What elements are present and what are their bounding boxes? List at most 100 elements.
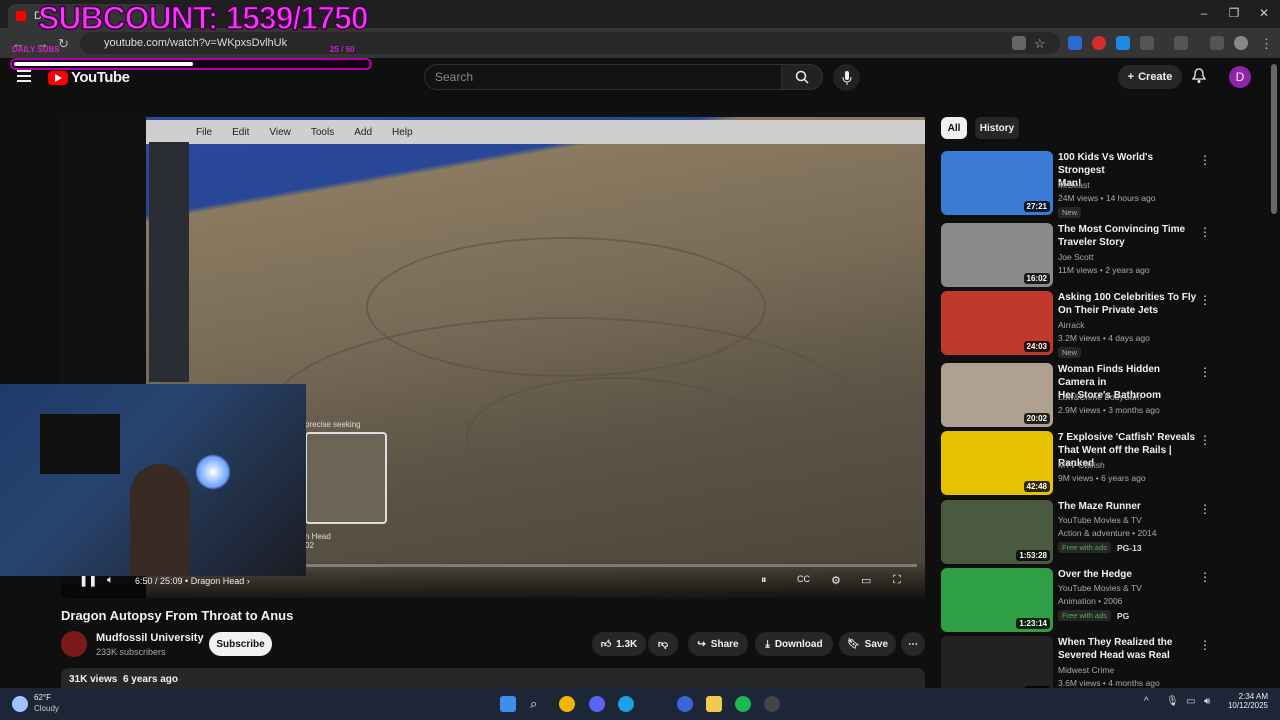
recommendation-thumbnail[interactable]: 1:23:14 [941, 568, 1053, 632]
edge-icon[interactable] [618, 696, 634, 712]
recommendation-title[interactable]: When They Realized the Severed Head was R… [1058, 636, 1198, 662]
notifications-bell-icon[interactable] [1192, 68, 1206, 84]
recommendation-channel[interactable]: Airrack [1058, 320, 1084, 330]
close-icon[interactable]: ✕ [1256, 6, 1272, 20]
steam-icon[interactable] [647, 696, 663, 712]
recommendation-item[interactable]: 1:53:28 The Maze Runner YouTube Movies & T… [941, 500, 1261, 564]
recommendation-channel[interactable]: Joe Scott [1058, 252, 1093, 262]
recommendation-meta: Animation • 2006 [1058, 596, 1123, 606]
install-icon[interactable] [1012, 36, 1026, 50]
download-button[interactable]: ⤓ Download [755, 632, 833, 656]
discord-icon[interactable] [589, 696, 605, 712]
search-button[interactable] [781, 64, 823, 90]
youtube-wordmark: YouTube [71, 69, 130, 86]
obs-icon[interactable] [764, 696, 780, 712]
recommendation-title[interactable]: Over the Hedge [1058, 568, 1198, 581]
channel-avatar[interactable] [61, 631, 87, 657]
recommendation-menu-icon[interactable]: ⋮ [1199, 293, 1211, 307]
recommendation-channel[interactable]: MTV Catfish [1058, 460, 1105, 470]
recommendation-title[interactable]: The Most Convincing Time Traveler Story [1058, 223, 1198, 249]
subscribe-button[interactable]: Subscribe [209, 632, 272, 656]
recommendation-menu-icon[interactable]: ⋮ [1199, 153, 1211, 167]
recommendation-menu-icon[interactable]: ⋮ [1199, 570, 1211, 584]
recommendation-item[interactable]: 42:48 7 Explosive 'Catfish' Reveals That W… [941, 431, 1261, 495]
reading-list-icon[interactable] [1210, 36, 1224, 50]
sidebar-icon[interactable] [1174, 36, 1188, 50]
maximize-icon[interactable]: ❐ [1226, 6, 1242, 20]
chip-all[interactable]: All [941, 117, 967, 139]
share-button[interactable]: ↪ Share [688, 632, 748, 656]
youtube-logo[interactable]: YouTube [48, 69, 130, 86]
minimize-icon[interactable]: – [1196, 6, 1212, 20]
profile-icon[interactable] [1234, 36, 1248, 50]
taskbar-search-icon[interactable]: ⌕ [530, 696, 546, 712]
extensions-puzzle-icon[interactable] [1140, 36, 1154, 50]
recommendation-item[interactable]: 1:23:14 Over the Hedge YouTube Movies & TV… [941, 568, 1261, 632]
streamer-webcam [0, 384, 306, 576]
recommendation-item[interactable]: 24:03 Asking 100 Celebrities To Fly On The… [941, 291, 1261, 358]
daily-subs-label: DAILY SUBS [12, 45, 60, 54]
extension-icon[interactable] [1116, 36, 1130, 50]
recommendation-thumbnail[interactable]: 16:02 [941, 223, 1053, 287]
recommendation-menu-icon[interactable]: ⋮ [1199, 225, 1211, 239]
recommendation-badge: Free with ads [1058, 610, 1112, 621]
recommendation-channel[interactable]: MrBeast [1058, 180, 1090, 190]
share-label: Share [710, 638, 739, 650]
menu-dots-icon[interactable]: ⋮ [1260, 36, 1273, 52]
autoplay-toggle[interactable]: ⏸︎ [761, 574, 781, 586]
chrome-icon[interactable] [559, 696, 575, 712]
taskbar-clock[interactable]: 2:34 AM 10/12/2025 [1226, 692, 1268, 710]
recommendation-title[interactable]: Asking 100 Celebrities To Fly On Their Pr… [1058, 291, 1198, 317]
save-button[interactable]: 🔖︎ Save [839, 632, 896, 656]
recommendation-channel[interactable]: YouTube Movies & TV [1058, 583, 1142, 593]
plus-icon: + [1127, 71, 1135, 83]
spotify-icon[interactable] [735, 696, 751, 712]
recommendation-title[interactable]: The Maze Runner [1058, 500, 1198, 513]
chip-history[interactable]: History [975, 117, 1019, 139]
voice-search-button[interactable] [833, 64, 860, 91]
account-avatar[interactable]: D [1229, 66, 1251, 88]
recommendation-channel[interactable]: Law&Crime BodyCam [1058, 392, 1142, 402]
recommendation-menu-icon[interactable]: ⋮ [1199, 365, 1211, 379]
create-button[interactable]: + Create [1118, 65, 1182, 89]
tray-display-icon[interactable]: ▭ [1186, 696, 1202, 712]
recommendation-channel[interactable]: YouTube Movies & TV [1058, 515, 1142, 525]
recommendation-channel[interactable]: Midwest Crime [1058, 665, 1114, 675]
fullscreen-icon[interactable]: ⛶ [893, 574, 907, 586]
extension-icon[interactable] [1092, 36, 1106, 50]
recommendation-thumbnail[interactable]: 24:03 [941, 291, 1053, 355]
weather-cloud-icon[interactable] [12, 696, 28, 712]
recommendation-thumbnail[interactable]: 27:21 [941, 151, 1053, 215]
terrain-ridge [366, 237, 766, 377]
recommendation-thumbnail[interactable]: 1:53:28 [941, 500, 1053, 564]
chapter-title[interactable]: Dragon Head [191, 576, 245, 586]
download-label: Download [774, 638, 823, 650]
page-scrollbar[interactable] [1271, 64, 1277, 214]
tray-chevron-icon[interactable]: ^ [1144, 696, 1160, 712]
settings-gear-icon[interactable]: ⚙ [831, 574, 845, 587]
dislike-button[interactable]: 👎︎ [648, 632, 678, 656]
tray-volume-icon[interactable]: 🔊︎ [1204, 696, 1220, 712]
captions-icon[interactable]: CC [797, 574, 811, 586]
file-explorer-icon[interactable] [706, 696, 722, 712]
like-button[interactable]: 👍︎ 1.3K [592, 632, 646, 656]
recommendation-item[interactable]: 20:02 Woman Finds Hidden Camera in Her Sto… [941, 363, 1261, 427]
guide-menu-icon[interactable] [17, 70, 31, 82]
recommendation-menu-icon[interactable]: ⋮ [1199, 433, 1211, 447]
app-icon[interactable] [677, 696, 693, 712]
start-windows-icon[interactable] [500, 696, 516, 712]
recommendation-thumbnail[interactable]: 42:48 [941, 431, 1053, 495]
search-input[interactable]: Search [424, 64, 782, 90]
recommendation-menu-icon[interactable]: ⋮ [1199, 502, 1211, 516]
channel-name[interactable]: Mudfossil University [96, 632, 204, 644]
recommendation-menu-icon[interactable]: ⋮ [1199, 638, 1211, 652]
clock-date: 10/12/2025 [1227, 701, 1268, 710]
theater-mode-icon[interactable]: ▭ [861, 574, 875, 587]
recommendation-item[interactable]: 27:21 100 Kids Vs World's Strongest Man! Mr… [941, 151, 1261, 218]
bookmark-star-icon[interactable]: ☆ [1034, 36, 1046, 52]
tray-mic-icon[interactable]: 🎙︎ [1166, 696, 1182, 712]
extension-icon[interactable] [1068, 36, 1082, 50]
recommendation-thumbnail[interactable]: 20:02 [941, 363, 1053, 427]
more-actions-button[interactable]: ⋯ [901, 632, 925, 656]
recommendation-item[interactable]: 16:02 The Most Convincing Time Traveler St… [941, 223, 1261, 287]
